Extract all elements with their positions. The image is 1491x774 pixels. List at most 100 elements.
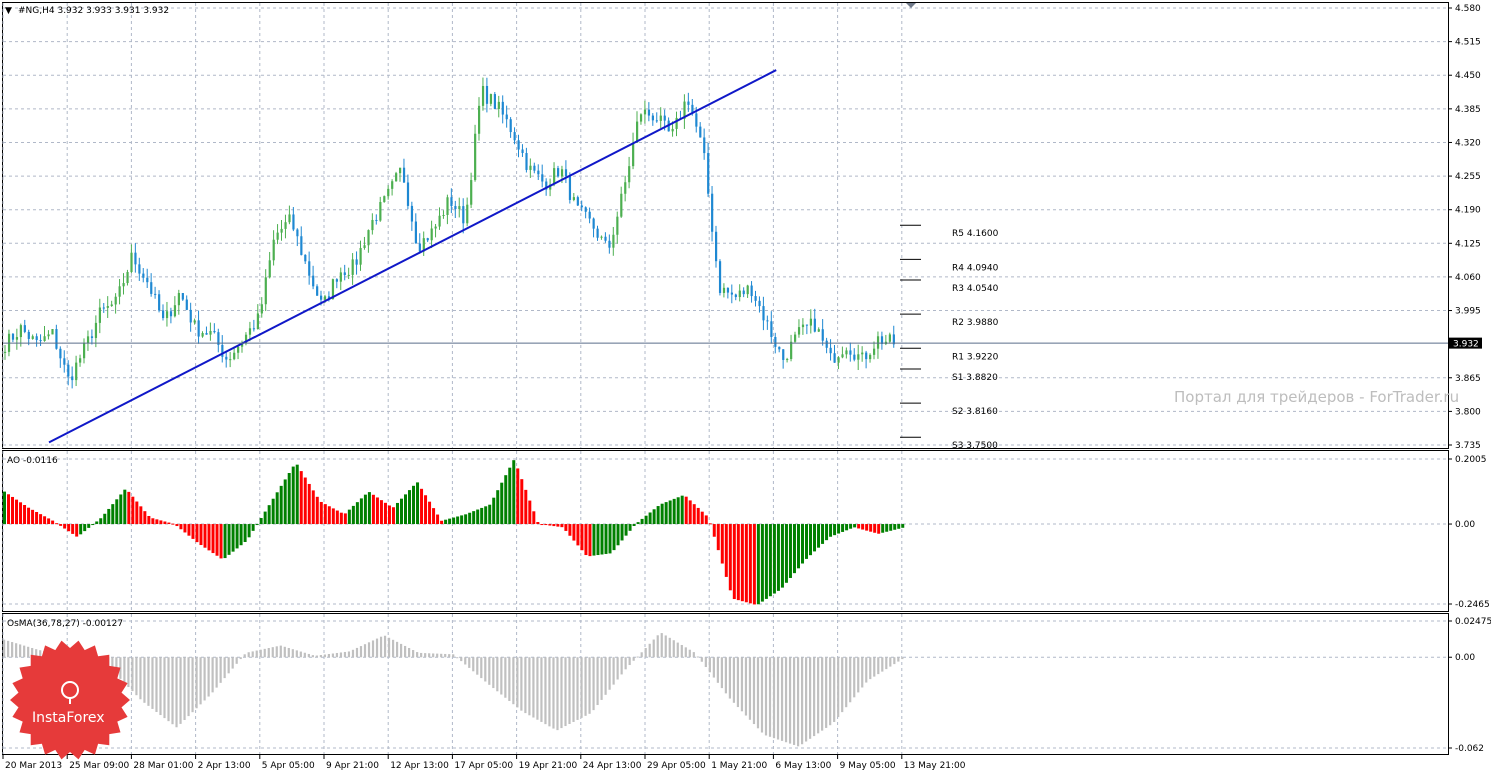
ao-bar	[664, 502, 668, 525]
candle-body	[296, 229, 299, 237]
ao-bar	[865, 524, 869, 531]
ao-bar	[119, 494, 123, 525]
ao-bar	[444, 519, 448, 525]
ao-bar	[404, 494, 407, 525]
candle-body	[533, 165, 536, 171]
ao-bar	[123, 489, 127, 525]
osma-bar	[203, 657, 206, 701]
candle-body	[225, 356, 228, 360]
ao-bar	[211, 524, 215, 554]
candle-body	[738, 290, 741, 298]
osma-bar	[155, 657, 158, 712]
candle-body	[458, 206, 461, 210]
ao-bar	[552, 524, 556, 527]
candle-body	[379, 201, 382, 221]
osma-bar	[444, 653, 447, 658]
ao-bar	[500, 482, 504, 525]
candle-body	[801, 324, 805, 328]
ao-bar	[596, 524, 600, 556]
ao-bar	[700, 511, 704, 525]
osma-bar	[821, 657, 824, 731]
ao-bar	[772, 524, 776, 594]
ao-bar	[39, 514, 43, 525]
osma-bar	[424, 653, 427, 658]
candle-body	[410, 205, 414, 222]
osma-bar	[776, 657, 780, 740]
watermark-text: Портал для трейдеров - ForTrader.ru	[1174, 388, 1459, 406]
candle-body	[817, 329, 820, 332]
ao-bar	[624, 524, 628, 536]
y-tick-label: 4.125	[1455, 239, 1481, 249]
ao-bar	[175, 524, 179, 527]
osma-bar	[283, 646, 286, 658]
candle-body	[414, 221, 417, 244]
y-tick-label: 3.735	[1455, 441, 1481, 451]
ao-bar	[468, 512, 472, 525]
ao-bar	[484, 506, 488, 525]
x-tick-label: 28 Mar 01:00	[133, 761, 193, 771]
candle-body	[15, 337, 19, 340]
candle-body	[272, 239, 275, 261]
osma-bar	[27, 646, 30, 658]
candle-body	[604, 236, 607, 241]
candle-body	[63, 358, 66, 365]
osma-bar	[508, 657, 511, 701]
ao-bar	[239, 524, 243, 546]
candle-body	[857, 354, 860, 360]
candle-body	[146, 277, 149, 283]
candle-body	[580, 205, 583, 208]
candle-body	[663, 115, 666, 121]
candle-body	[711, 193, 714, 232]
candle-body	[568, 176, 572, 200]
pivot-label: R2 3.9880	[952, 318, 999, 328]
ao-bar	[869, 524, 873, 532]
ao-bar	[111, 504, 115, 525]
candle-body	[162, 310, 165, 319]
osma-bar	[147, 657, 150, 706]
osma-bar	[704, 657, 707, 668]
window-caret-icon[interactable]: ▼	[5, 6, 12, 16]
osma-bar	[800, 657, 804, 745]
osma-bar	[359, 646, 363, 658]
candle-body	[320, 295, 323, 300]
candle-body	[825, 340, 828, 348]
osma-bar	[676, 642, 679, 658]
candle-body	[845, 350, 848, 355]
candle-body	[359, 247, 362, 265]
ao-bar	[532, 511, 536, 525]
ao-bar	[520, 479, 524, 525]
candle-body	[252, 328, 256, 330]
candle-body	[837, 357, 840, 363]
ao-bar	[452, 517, 456, 525]
osma-bar	[620, 657, 623, 675]
ao-bar	[716, 524, 720, 551]
osma-bar	[901, 657, 904, 660]
osma-bar	[760, 657, 764, 733]
candle-body	[114, 296, 117, 305]
candle-body	[525, 153, 528, 170]
osma-bar	[552, 657, 555, 729]
ao-bar	[656, 506, 660, 525]
ao-bar	[432, 508, 436, 525]
osma-bar	[496, 657, 499, 692]
osma-bar	[275, 646, 278, 658]
ao-bar	[255, 524, 259, 526]
ao-bar	[776, 524, 780, 591]
candle-body	[699, 126, 702, 138]
ao-bar	[199, 524, 203, 546]
ao-bar	[849, 524, 853, 529]
ao-bar	[135, 501, 139, 525]
candle-body	[596, 228, 599, 238]
ao-bar	[672, 498, 676, 525]
candle-body	[276, 232, 279, 240]
candle-body	[122, 283, 125, 287]
ao-bar	[877, 524, 881, 534]
ao-bar	[544, 524, 548, 526]
ao-bar	[796, 524, 800, 569]
osma-bar	[736, 657, 740, 708]
osma-bar	[845, 657, 848, 708]
ao-bar	[247, 524, 251, 538]
candle-body	[620, 193, 623, 217]
candle-body	[730, 292, 733, 295]
ao-bar	[724, 524, 728, 577]
